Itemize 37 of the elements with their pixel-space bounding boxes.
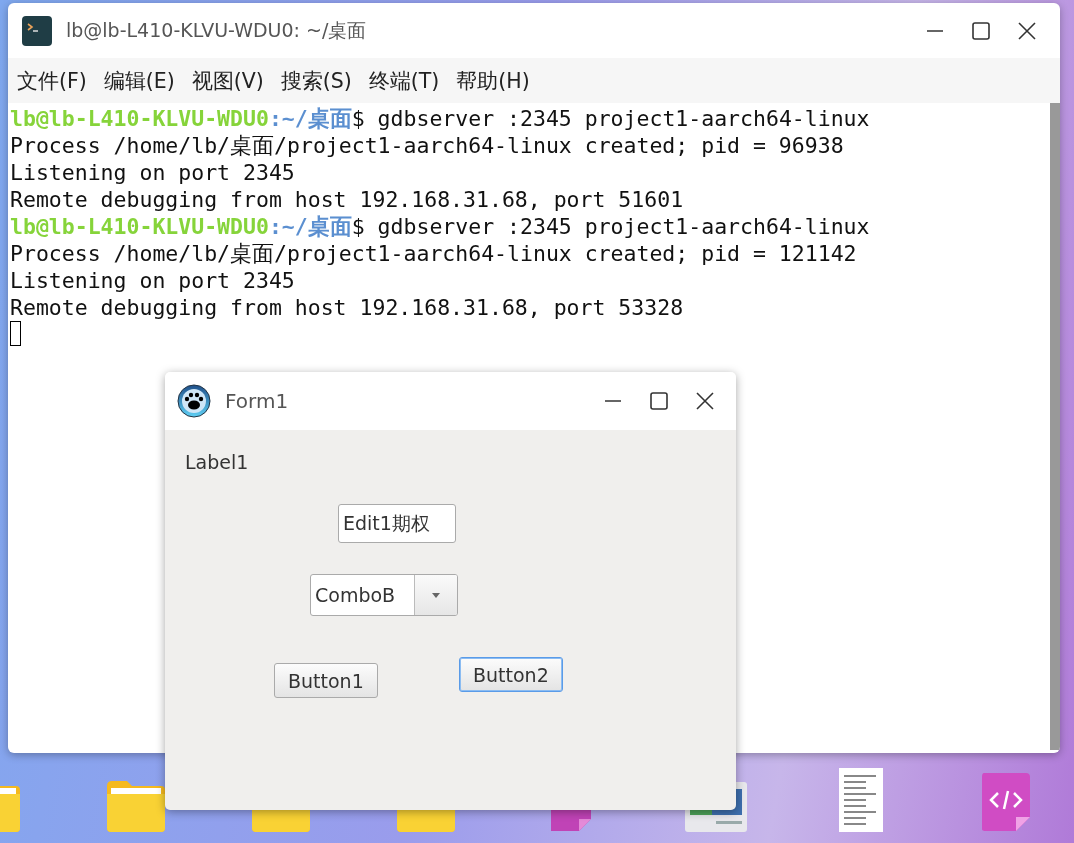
- label-text: Label1: [185, 451, 249, 473]
- output-text: Remote debugging from host 192.168.31.68, port 51601: [10, 187, 684, 212]
- edit-field[interactable]: Edit1期权: [338, 504, 456, 543]
- combo-box[interactable]: ComboB: [310, 574, 458, 616]
- close-icon[interactable]: [696, 392, 714, 410]
- document-icon[interactable]: [837, 767, 884, 833]
- prompt-user: lb@lb-L410-KLVU-WDU0: [10, 106, 269, 131]
- output-text: Remote debugging from host 192.168.31.68, port 53328: [10, 295, 684, 320]
- output-text: Listening on port 2345: [10, 268, 295, 293]
- folder-icon[interactable]: [104, 778, 167, 833]
- prompt-user: lb@lb-L410-KLVU-WDU0: [10, 214, 269, 239]
- menu-item[interactable]: 帮助(H): [456, 66, 530, 95]
- maximize-icon[interactable]: [650, 392, 668, 410]
- menu-item[interactable]: 终端(T): [368, 66, 440, 95]
- text-cursor: [10, 321, 21, 346]
- window-title: Form1: [225, 389, 290, 413]
- maximize-icon[interactable]: [972, 21, 990, 40]
- prompt-path: :~/桌面: [268, 214, 352, 239]
- form-button[interactable]: Button2: [459, 657, 563, 692]
- menu-item[interactable]: 视图(V): [191, 66, 264, 95]
- output-text: Process /home/lb/桌面/project1-aarch64-linux created; pid = 96938: [10, 133, 844, 158]
- prompt-path: :~/桌面: [268, 106, 352, 131]
- paw-icon: [177, 384, 211, 418]
- terminal-icon: [22, 15, 52, 46]
- command-text: $ gdbserver :2345 project1-aarch64-linux: [351, 214, 870, 239]
- close-icon[interactable]: [1018, 21, 1036, 40]
- form-button[interactable]: Button1: [274, 663, 378, 698]
- menu-item[interactable]: 搜索(S): [280, 66, 352, 95]
- window-title: lb@lb-L410-KLVU-WDU0: ~/桌面: [66, 17, 368, 43]
- menu-item[interactable]: 编辑(E): [103, 66, 175, 95]
- command-text: $ gdbserver :2345 project1-aarch64-linux: [351, 106, 870, 131]
- dropdown-arrow-icon[interactable]: [432, 592, 440, 598]
- menu-item[interactable]: 文件(F): [17, 66, 87, 95]
- output-text: Process /home/lb/桌面/project1-aarch64-linux created; pid = 121142: [10, 241, 857, 266]
- code-file-icon[interactable]: [979, 771, 1032, 833]
- scrollbar[interactable]: [1050, 103, 1060, 750]
- output-text: Listening on port 2345: [10, 160, 295, 185]
